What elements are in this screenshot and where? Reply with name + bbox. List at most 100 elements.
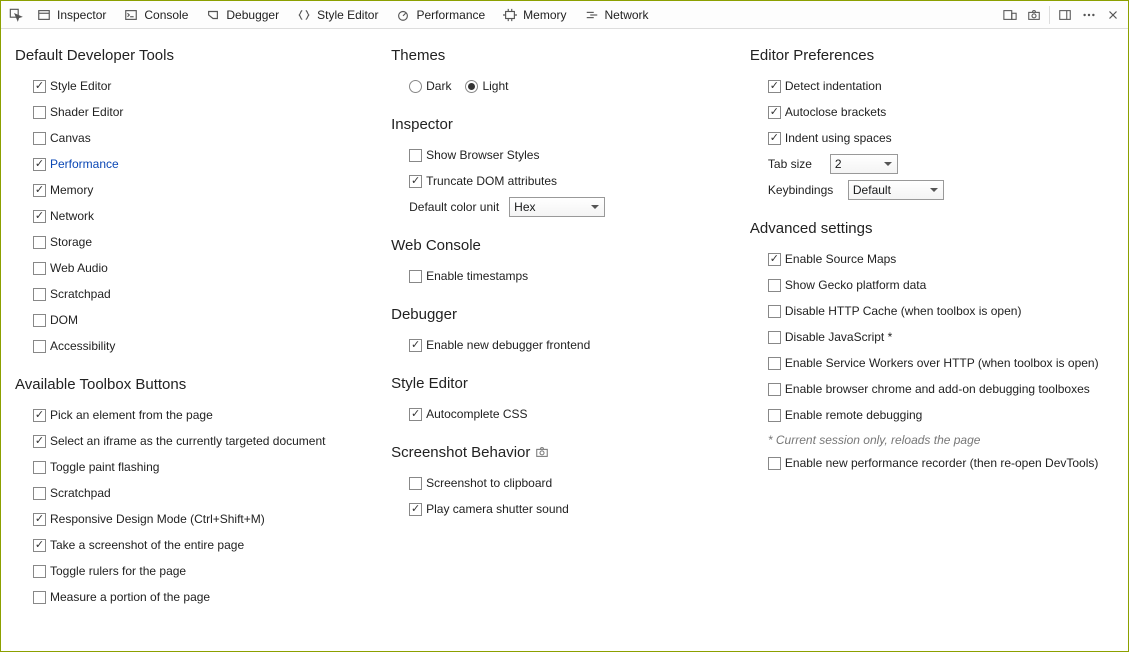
- keybindings-label: Keybindings: [768, 183, 838, 197]
- tab-memory[interactable]: Memory: [495, 1, 574, 28]
- toolbox-button-checkbox[interactable]: [33, 513, 46, 526]
- pick-element-icon[interactable]: [5, 4, 27, 26]
- tool-checkbox[interactable]: [33, 210, 46, 223]
- toolbox-button-label: Toggle rulers for the page: [50, 564, 186, 578]
- tool-checkbox[interactable]: [33, 340, 46, 353]
- toolbox-button-label: Toggle paint flashing: [50, 460, 159, 474]
- editor-opt-checkbox[interactable]: [768, 106, 781, 119]
- toolbox-button-checkbox[interactable]: [33, 539, 46, 552]
- tool-checkbox[interactable]: [33, 262, 46, 275]
- advanced-opt-label: Enable browser chrome and add-on debuggi…: [785, 382, 1090, 396]
- advanced-opt-checkbox[interactable]: [768, 383, 781, 396]
- editor-opt-checkbox[interactable]: [768, 80, 781, 93]
- advanced-opt-checkbox[interactable]: [768, 305, 781, 318]
- heading-advanced: Advanced settings: [750, 220, 1114, 237]
- editor-opt-label: Detect indentation: [785, 79, 882, 93]
- styleeditor-opt-checkbox[interactable]: [409, 408, 422, 421]
- heading-web-console: Web Console: [391, 237, 738, 254]
- heading-default-tools: Default Developer Tools: [15, 47, 379, 64]
- tab-label: Debugger: [226, 8, 279, 22]
- debugger-opt-label: Enable new debugger frontend: [426, 338, 590, 352]
- tabsize-label: Tab size: [768, 157, 820, 171]
- toolbox-button-checkbox[interactable]: [33, 435, 46, 448]
- tab-network[interactable]: Network: [577, 1, 657, 28]
- heading-toolbox-buttons: Available Toolbox Buttons: [15, 376, 379, 393]
- tool-checkbox[interactable]: [33, 184, 46, 197]
- tab-inspector[interactable]: Inspector: [29, 1, 114, 28]
- tool-checkbox[interactable]: [33, 106, 46, 119]
- editor-opt-label: Autoclose brackets: [785, 105, 886, 119]
- advanced-opt-checkbox[interactable]: [768, 253, 781, 266]
- toolbox-button-checkbox[interactable]: [33, 565, 46, 578]
- screenshot-icon[interactable]: [1023, 4, 1045, 26]
- tool-checkbox[interactable]: [33, 314, 46, 327]
- tab-label: Network: [605, 8, 649, 22]
- advanced-opt-label: Enable Source Maps: [785, 252, 896, 266]
- more-icon[interactable]: [1078, 4, 1100, 26]
- tool-label: Storage: [50, 235, 92, 249]
- styleeditor-opt-label: Autocomplete CSS: [426, 407, 527, 421]
- toolbox-button-checkbox[interactable]: [33, 487, 46, 500]
- tool-label: Scratchpad: [50, 287, 111, 301]
- tool-label: Performance: [50, 157, 119, 171]
- tab-style-editor[interactable]: Style Editor: [289, 1, 386, 28]
- dock-side-icon[interactable]: [1054, 4, 1076, 26]
- tab-label: Performance: [416, 8, 485, 22]
- heading-screenshot: Screenshot Behavior: [391, 444, 738, 461]
- theme-light-radio[interactable]: [465, 80, 478, 93]
- advanced-opt-checkbox[interactable]: [768, 457, 781, 470]
- tab-debugger[interactable]: Debugger: [198, 1, 287, 28]
- advanced-opt-label: Disable JavaScript *: [785, 330, 892, 344]
- advanced-opt-label: Disable HTTP Cache (when toolbox is open…: [785, 304, 1022, 318]
- screenshot-opt-checkbox[interactable]: [409, 477, 422, 490]
- tool-label: Shader Editor: [50, 105, 123, 119]
- tool-checkbox[interactable]: [33, 288, 46, 301]
- color-unit-label: Default color unit: [409, 200, 499, 214]
- toolbox-button-label: Measure a portion of the page: [50, 590, 210, 604]
- advanced-opt-label: Enable remote debugging: [785, 408, 922, 422]
- tool-label: Web Audio: [50, 261, 108, 275]
- webconsole-opt-label: Enable timestamps: [426, 269, 528, 283]
- advanced-opt-checkbox[interactable]: [768, 409, 781, 422]
- advanced-opt-label: Enable Service Workers over HTTP (when t…: [785, 356, 1099, 370]
- tool-checkbox[interactable]: [33, 236, 46, 249]
- heading-inspector: Inspector: [391, 116, 738, 133]
- devtools-toolbar: Inspector Console Debugger Style Editor …: [1, 1, 1128, 29]
- screenshot-opt-checkbox[interactable]: [409, 503, 422, 516]
- heading-debugger: Debugger: [391, 306, 738, 323]
- toolbox-button-checkbox[interactable]: [33, 461, 46, 474]
- inspector-opt-checkbox[interactable]: [409, 175, 422, 188]
- editor-opt-checkbox[interactable]: [768, 132, 781, 145]
- tab-console[interactable]: Console: [116, 1, 196, 28]
- toolbox-button-label: Scratchpad: [50, 486, 111, 500]
- screenshot-opt-label: Screenshot to clipboard: [426, 476, 552, 490]
- theme-dark-radio[interactable]: [409, 80, 422, 93]
- tool-checkbox[interactable]: [33, 158, 46, 171]
- keybindings-select[interactable]: Default: [848, 180, 944, 200]
- editor-opt-label: Indent using spaces: [785, 131, 892, 145]
- advanced-opt-checkbox[interactable]: [768, 331, 781, 344]
- webconsole-opt-checkbox[interactable]: [409, 270, 422, 283]
- advanced-opt-checkbox[interactable]: [768, 357, 781, 370]
- tool-checkbox[interactable]: [33, 132, 46, 145]
- toolbox-button-label: Select an iframe as the currently target…: [50, 434, 325, 448]
- inspector-opt-label: Truncate DOM attributes: [426, 174, 557, 188]
- tabsize-select[interactable]: 2: [830, 154, 898, 174]
- toolbox-button-label: Responsive Design Mode (Ctrl+Shift+M): [50, 512, 265, 526]
- close-icon[interactable]: [1102, 4, 1124, 26]
- advanced-opt-label: Enable new performance recorder (then re…: [785, 456, 1099, 470]
- toolbox-button-checkbox[interactable]: [33, 591, 46, 604]
- tab-label: Style Editor: [317, 8, 378, 22]
- heading-style-editor: Style Editor: [391, 375, 738, 392]
- color-unit-select[interactable]: Hex: [509, 197, 605, 217]
- tool-checkbox[interactable]: [33, 80, 46, 93]
- toolbox-button-checkbox[interactable]: [33, 409, 46, 422]
- responsive-design-icon[interactable]: [999, 4, 1021, 26]
- inspector-opt-checkbox[interactable]: [409, 149, 422, 162]
- toolbox-button-label: Pick an element from the page: [50, 408, 213, 422]
- footnote: * Current session only, reloads the page: [768, 433, 1114, 447]
- tab-performance[interactable]: Performance: [388, 1, 493, 28]
- debugger-opt-checkbox[interactable]: [409, 339, 422, 352]
- advanced-opt-checkbox[interactable]: [768, 279, 781, 292]
- tab-label: Memory: [523, 8, 566, 22]
